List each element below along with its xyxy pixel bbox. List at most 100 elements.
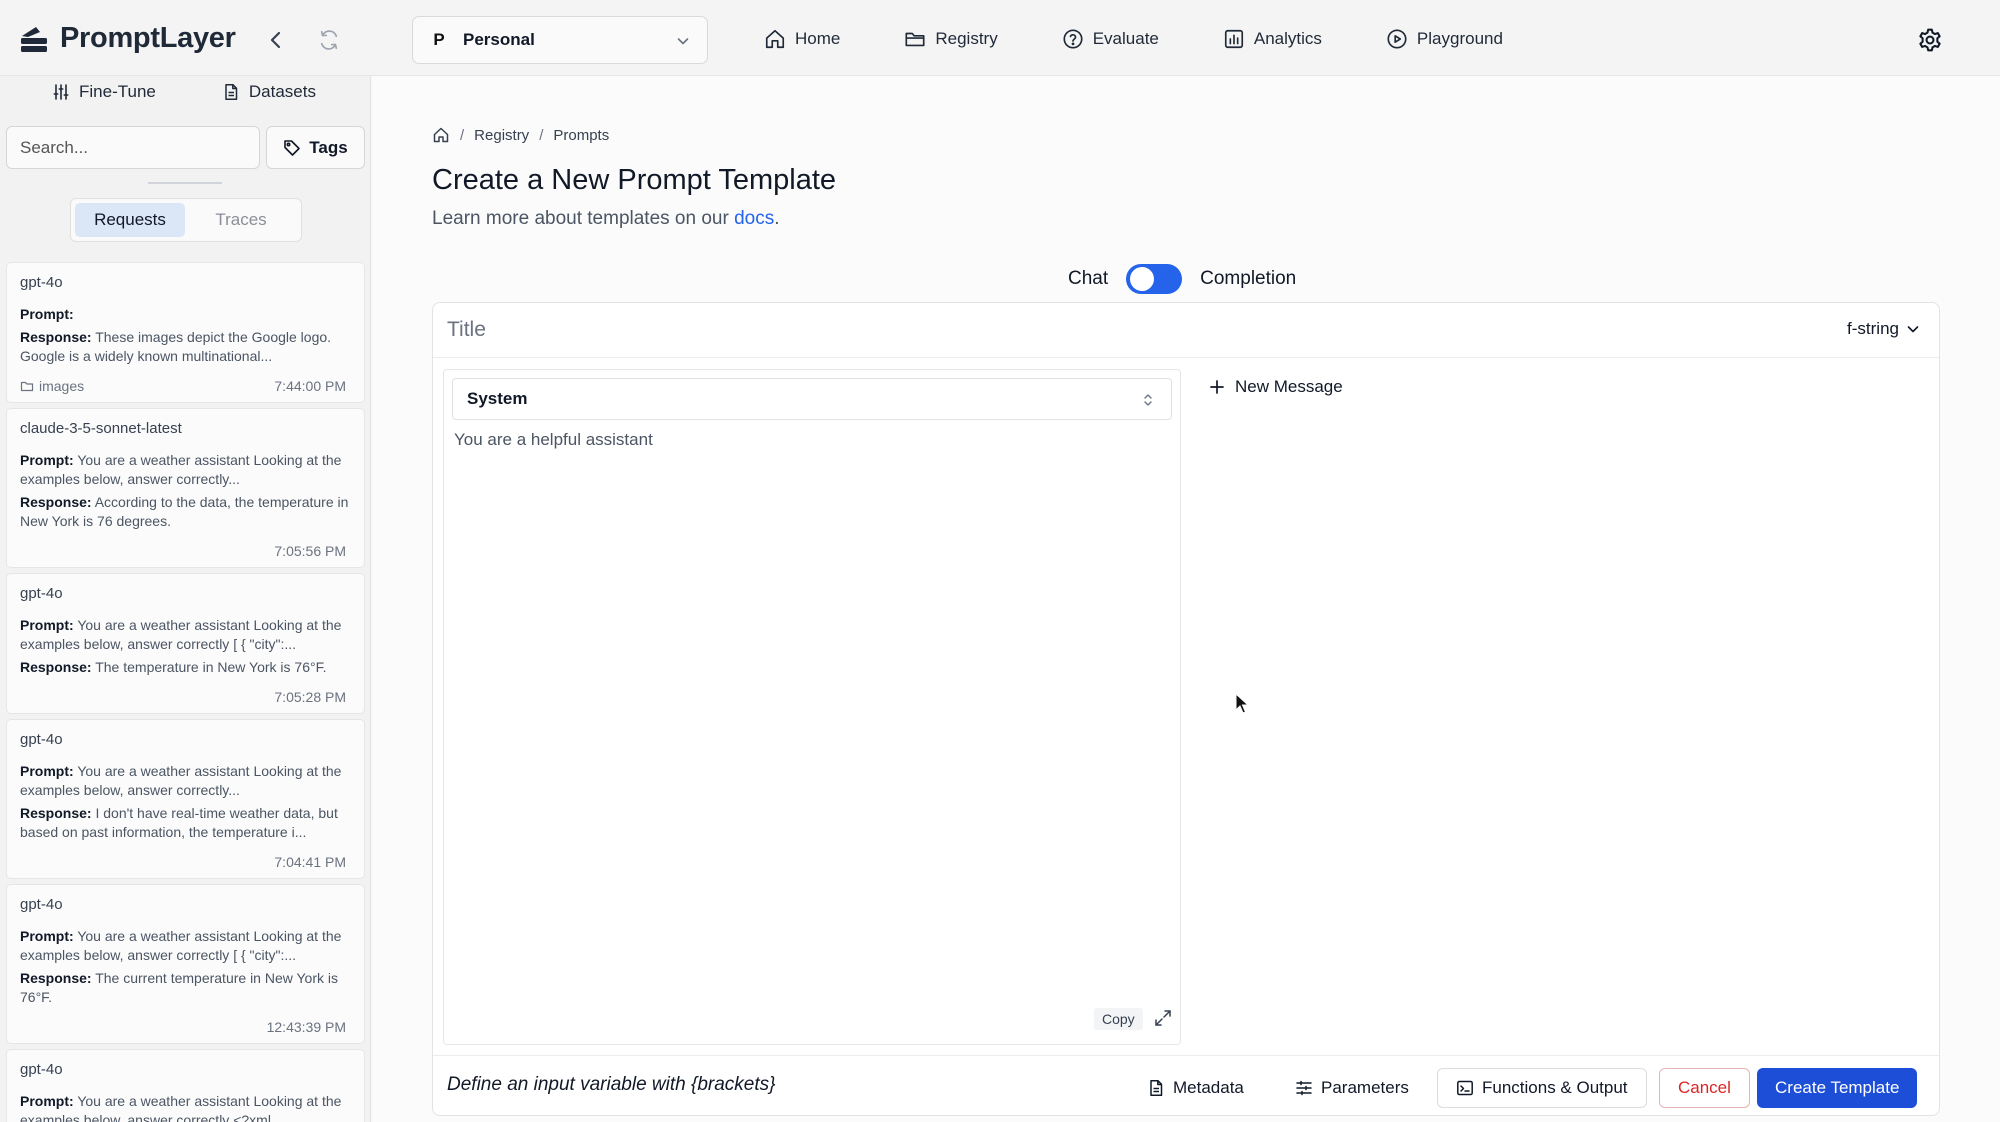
request-tag: images xyxy=(20,378,84,394)
tags-button-label: Tags xyxy=(309,137,348,157)
metadata-button[interactable]: Metadata xyxy=(1147,1068,1244,1108)
sidebar-fine-tune[interactable]: Fine-Tune xyxy=(52,82,156,102)
create-template-button[interactable]: Create Template xyxy=(1757,1068,1918,1108)
role-select[interactable]: System xyxy=(452,378,1172,420)
request-card[interactable]: gpt-4o Prompt: You are a weather assista… xyxy=(6,1049,365,1122)
copy-button[interactable]: Copy xyxy=(1094,1008,1143,1030)
breadcrumb-registry[interactable]: Registry xyxy=(474,127,529,144)
nav-home-label: Home xyxy=(795,29,841,48)
page-title: Create a New Prompt Template xyxy=(432,164,837,196)
message-panel: System You are a helpful assistant Copy xyxy=(443,369,1181,1045)
prompt-label: Prompt: xyxy=(20,928,74,944)
nav-playground[interactable]: Playground xyxy=(1386,25,1503,53)
gear-icon[interactable] xyxy=(1917,27,1943,53)
request-tag-label: images xyxy=(39,378,85,394)
response-label: Response: xyxy=(20,494,92,510)
request-prompt: Prompt: You are a weather assistant Look… xyxy=(20,927,351,965)
docs-link[interactable]: docs xyxy=(734,208,774,229)
sliders-horizontal-icon xyxy=(1296,1080,1312,1096)
request-card[interactable]: gpt-4o Prompt: You are a weather assista… xyxy=(6,573,365,714)
request-footer: images 7:44:00 PM xyxy=(20,378,346,394)
request-model: gpt-4o xyxy=(20,1061,63,1078)
sliders-icon xyxy=(53,84,69,100)
request-footer: 12:43:39 PM xyxy=(20,1019,346,1035)
prompt-label: Prompt: xyxy=(20,1093,74,1109)
tab-traces[interactable]: Traces xyxy=(185,203,297,237)
sidebar-datasets[interactable]: Datasets xyxy=(222,82,316,102)
prompt-label: Prompt: xyxy=(20,617,74,633)
functions-output-button[interactable]: Functions & Output xyxy=(1437,1068,1647,1108)
nav-evaluate[interactable]: Evaluate xyxy=(1062,25,1159,53)
request-card[interactable]: gpt-4o Prompt: You are a weather assista… xyxy=(6,884,365,1044)
cancel-button[interactable]: Cancel xyxy=(1659,1068,1750,1108)
nav-registry-label: Registry xyxy=(935,29,998,48)
chevron-up-down-icon xyxy=(1144,394,1152,406)
chevron-left-icon[interactable] xyxy=(264,28,288,52)
chevron-down-icon xyxy=(1907,326,1919,333)
request-card[interactable]: gpt-4o Prompt: You are a weather assista… xyxy=(6,719,365,879)
request-response: Response: These images depict the Google… xyxy=(20,328,351,366)
new-message-button[interactable]: New Message xyxy=(1209,377,1343,397)
toggle-knob xyxy=(1130,267,1155,291)
expand-icon[interactable] xyxy=(1152,1007,1174,1029)
request-card[interactable]: gpt-4o Prompt: Response: These images de… xyxy=(6,262,365,403)
bar-chart-icon xyxy=(1224,29,1243,49)
nav-analytics[interactable]: Analytics xyxy=(1223,25,1322,53)
role-select-label: System xyxy=(467,389,528,408)
request-response: Response: The current temperature in New… xyxy=(20,969,351,1007)
request-footer: 7:05:28 PM xyxy=(20,689,346,705)
response-text: The temperature in New York is 76°F. xyxy=(95,659,327,675)
request-model: gpt-4o xyxy=(20,585,63,602)
search-input[interactable] xyxy=(6,126,260,169)
metadata-button-label: Metadata xyxy=(1173,1078,1244,1097)
request-card[interactable]: claude-3-5-sonnet-latest Prompt: You are… xyxy=(6,408,365,568)
request-response: Response: The temperature in New York is… xyxy=(20,658,351,677)
parameters-button-label: Parameters xyxy=(1321,1078,1409,1097)
request-time: 7:44:00 PM xyxy=(274,378,346,394)
workspace-select[interactable]: P Personal xyxy=(412,16,708,64)
request-prompt: Prompt: You are a weather assistant Look… xyxy=(20,451,351,489)
refresh-icon[interactable] xyxy=(318,29,340,51)
request-response: Response: I don't have real-time weather… xyxy=(20,804,351,842)
terminal-icon xyxy=(1457,1080,1473,1096)
home-icon[interactable] xyxy=(432,126,450,144)
play-circle-icon xyxy=(1387,29,1407,49)
title-input[interactable] xyxy=(433,303,1833,357)
request-response: Response: According to the data, the tem… xyxy=(20,493,351,531)
sidebar-links: Fine-Tune Datasets xyxy=(52,82,316,102)
tag-icon xyxy=(284,139,301,156)
request-time: 7:05:28 PM xyxy=(274,689,346,705)
request-model: claude-3-5-sonnet-latest xyxy=(20,420,182,437)
mouse-cursor-icon xyxy=(1235,693,1249,714)
logo-icon xyxy=(21,26,47,52)
nav-registry[interactable]: Registry xyxy=(904,25,998,53)
nav-home[interactable]: Home xyxy=(764,25,840,53)
logo[interactable]: PromptLayer xyxy=(18,22,236,55)
divider xyxy=(433,357,1939,358)
workspace-name: Personal xyxy=(463,30,535,49)
main-nav: Home Registry Evaluate Analytics Playgro… xyxy=(764,25,1567,53)
message-content-input[interactable]: You are a helpful assistant xyxy=(454,430,1170,990)
folder-icon xyxy=(20,381,34,392)
request-prompt: Prompt: xyxy=(20,305,351,324)
mode-chat-label: Chat xyxy=(1068,268,1109,289)
resize-handle[interactable] xyxy=(148,182,222,184)
request-footer: 7:05:56 PM xyxy=(20,543,346,559)
plus-icon xyxy=(1210,380,1224,394)
tab-requests[interactable]: Requests xyxy=(75,203,185,237)
sidebar: Fine-Tune Datasets Tags Requests Traces … xyxy=(0,76,371,1122)
subtitle-text: Learn more about templates on our xyxy=(432,208,735,229)
prompt-label: Prompt: xyxy=(20,763,74,779)
parameters-button[interactable]: Parameters xyxy=(1295,1068,1409,1108)
mode-completion-label: Completion xyxy=(1200,268,1297,289)
template-editor: f-string System You are a helpful assist… xyxy=(432,302,1940,1116)
editor-footer: Define an input variable with {brackets}… xyxy=(433,1055,1939,1115)
tags-button[interactable]: Tags xyxy=(266,126,365,169)
chat-completion-toggle[interactable] xyxy=(1126,264,1183,294)
breadcrumb: / Registry / Prompts xyxy=(432,126,609,144)
nav-evaluate-label: Evaluate xyxy=(1092,29,1159,48)
format-select-label: f-string xyxy=(1847,319,1899,338)
breadcrumb-prompts[interactable]: Prompts xyxy=(553,127,609,144)
format-select[interactable]: f-string xyxy=(1847,319,1921,339)
request-prompt: Prompt: You are a weather assistant Look… xyxy=(20,762,351,800)
